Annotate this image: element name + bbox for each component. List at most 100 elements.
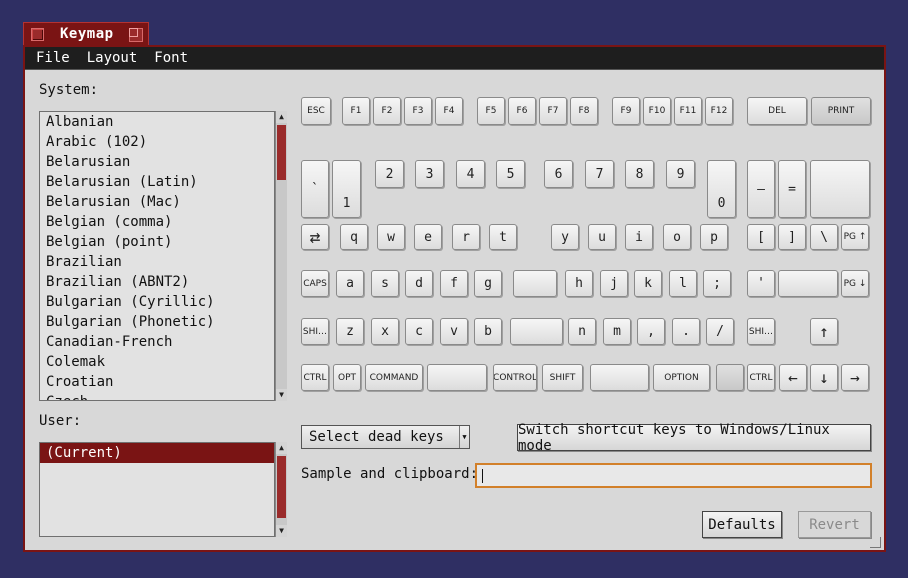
key-option[interactable]: OPTION	[653, 364, 710, 391]
key-print[interactable]: PRINT	[811, 97, 871, 125]
key-period[interactable]: .	[672, 318, 700, 345]
key-e[interactable]: e	[414, 224, 442, 250]
list-item[interactable]: Albanian	[40, 112, 274, 132]
key-i[interactable]: i	[625, 224, 653, 250]
list-item[interactable]: Belgian (point)	[40, 232, 274, 252]
list-item[interactable]: Colemak	[40, 352, 274, 372]
zoom-box-icon[interactable]	[129, 28, 143, 42]
key-2[interactable]: 2	[375, 160, 404, 188]
scroll-down-icon[interactable]: ▼	[276, 389, 287, 401]
list-item[interactable]: Belarusian (Latin)	[40, 172, 274, 192]
key-space[interactable]	[590, 364, 649, 391]
list-item[interactable]: Arabic (102)	[40, 132, 274, 152]
key-comma[interactable]: ,	[637, 318, 665, 345]
key-8[interactable]: 8	[625, 160, 654, 188]
window-tab[interactable]: Keymap	[23, 22, 149, 47]
list-item[interactable]: Bulgarian (Phonetic)	[40, 312, 274, 332]
key-semicolon[interactable]: ;	[703, 270, 731, 297]
key-up-arrow-icon[interactable]: ↑	[810, 318, 838, 345]
key-c[interactable]: c	[405, 318, 433, 345]
key-g[interactable]: g	[474, 270, 502, 297]
key-z[interactable]: z	[336, 318, 364, 345]
key-d[interactable]: d	[405, 270, 433, 297]
key-f8[interactable]: F8	[570, 97, 598, 125]
key-backtick[interactable]: `	[301, 160, 329, 218]
system-layout-list[interactable]: Albanian Arabic (102) Belarusian Belarus…	[39, 111, 275, 401]
key-6[interactable]: 6	[544, 160, 573, 188]
key-caps[interactable]: CAPS	[301, 270, 329, 297]
key-enter[interactable]	[778, 270, 838, 297]
key-shift[interactable]: SHIFT	[542, 364, 583, 391]
key-blank[interactable]	[716, 364, 744, 391]
system-list-scrollbar[interactable]: ▲ ▼	[275, 111, 287, 401]
key-tab-icon[interactable]: ⇄	[301, 224, 329, 250]
key-lshift[interactable]: SHI…	[301, 318, 329, 345]
key-b[interactable]: b	[474, 318, 502, 345]
key-f2[interactable]: F2	[373, 97, 401, 125]
key-blank[interactable]	[510, 318, 563, 345]
key-j[interactable]: j	[600, 270, 628, 297]
key-4[interactable]: 4	[456, 160, 485, 188]
key-9[interactable]: 9	[666, 160, 695, 188]
key-control[interactable]: CONTROL	[493, 364, 537, 391]
key-space[interactable]	[427, 364, 487, 391]
switch-shortcut-keys-button[interactable]: Switch shortcut keys to Windows/Linux mo…	[517, 422, 871, 454]
key-f6[interactable]: F6	[508, 97, 536, 125]
key-backspace[interactable]	[810, 160, 870, 218]
menu-file[interactable]: File	[36, 47, 70, 69]
key-p[interactable]: p	[700, 224, 728, 250]
key-3[interactable]: 3	[415, 160, 444, 188]
key-opt[interactable]: OPT	[333, 364, 361, 391]
scroll-up-icon[interactable]: ▲	[276, 442, 287, 454]
key-right-arrow-icon[interactable]: →	[841, 364, 869, 391]
key-f3[interactable]: F3	[404, 97, 432, 125]
key-lctrl[interactable]: CTRL	[301, 364, 329, 391]
list-item[interactable]: Bulgarian (Cyrillic)	[40, 292, 274, 312]
key-blank[interactable]	[513, 270, 557, 297]
key-t[interactable]: t	[489, 224, 517, 250]
close-box-icon[interactable]	[31, 28, 44, 41]
scroll-up-icon[interactable]: ▲	[276, 111, 287, 123]
list-item[interactable]: Czech	[40, 392, 274, 400]
key-o[interactable]: o	[663, 224, 691, 250]
key-slash[interactable]: /	[706, 318, 734, 345]
key-f[interactable]: f	[440, 270, 468, 297]
key-x[interactable]: x	[371, 318, 399, 345]
key-f9[interactable]: F9	[612, 97, 640, 125]
scroll-thumb[interactable]	[277, 125, 286, 180]
key-r[interactable]: r	[452, 224, 480, 250]
key-left-arrow-icon[interactable]: ←	[779, 364, 807, 391]
defaults-button[interactable]: Defaults	[702, 511, 782, 538]
resize-handle-icon[interactable]	[870, 537, 881, 548]
key-q[interactable]: q	[340, 224, 368, 250]
list-item[interactable]: Canadian-French	[40, 332, 274, 352]
scroll-down-icon[interactable]: ▼	[276, 525, 287, 537]
key-del[interactable]: DEL	[747, 97, 807, 125]
list-item[interactable]: Belarusian (Mac)	[40, 192, 274, 212]
key-f7[interactable]: F7	[539, 97, 567, 125]
list-item[interactable]: Brazilian (ABNT2)	[40, 272, 274, 292]
key-pgdn[interactable]: PG ↓	[841, 270, 869, 297]
sample-clipboard-input[interactable]	[475, 463, 872, 488]
key-minus[interactable]: –	[747, 160, 775, 218]
key-y[interactable]: y	[551, 224, 579, 250]
user-layout-list[interactable]: (Current)	[39, 442, 275, 537]
list-item-selected[interactable]: (Current)	[40, 443, 274, 463]
key-5[interactable]: 5	[496, 160, 525, 188]
key-a[interactable]: a	[336, 270, 364, 297]
key-equal[interactable]: =	[778, 160, 806, 218]
key-pgup[interactable]: PG ↑	[841, 224, 869, 250]
list-item[interactable]: Brazilian	[40, 252, 274, 272]
scroll-thumb[interactable]	[277, 456, 286, 518]
key-u[interactable]: u	[588, 224, 616, 250]
key-rshift[interactable]: SHI…	[747, 318, 775, 345]
key-quote[interactable]: '	[747, 270, 775, 297]
user-list-scrollbar[interactable]: ▲ ▼	[275, 442, 287, 537]
revert-button[interactable]: Revert	[798, 511, 871, 538]
key-f10[interactable]: F10	[643, 97, 671, 125]
key-m[interactable]: m	[603, 318, 631, 345]
key-w[interactable]: w	[377, 224, 405, 250]
menu-font[interactable]: Font	[154, 47, 188, 69]
key-k[interactable]: k	[634, 270, 662, 297]
key-n[interactable]: n	[568, 318, 596, 345]
